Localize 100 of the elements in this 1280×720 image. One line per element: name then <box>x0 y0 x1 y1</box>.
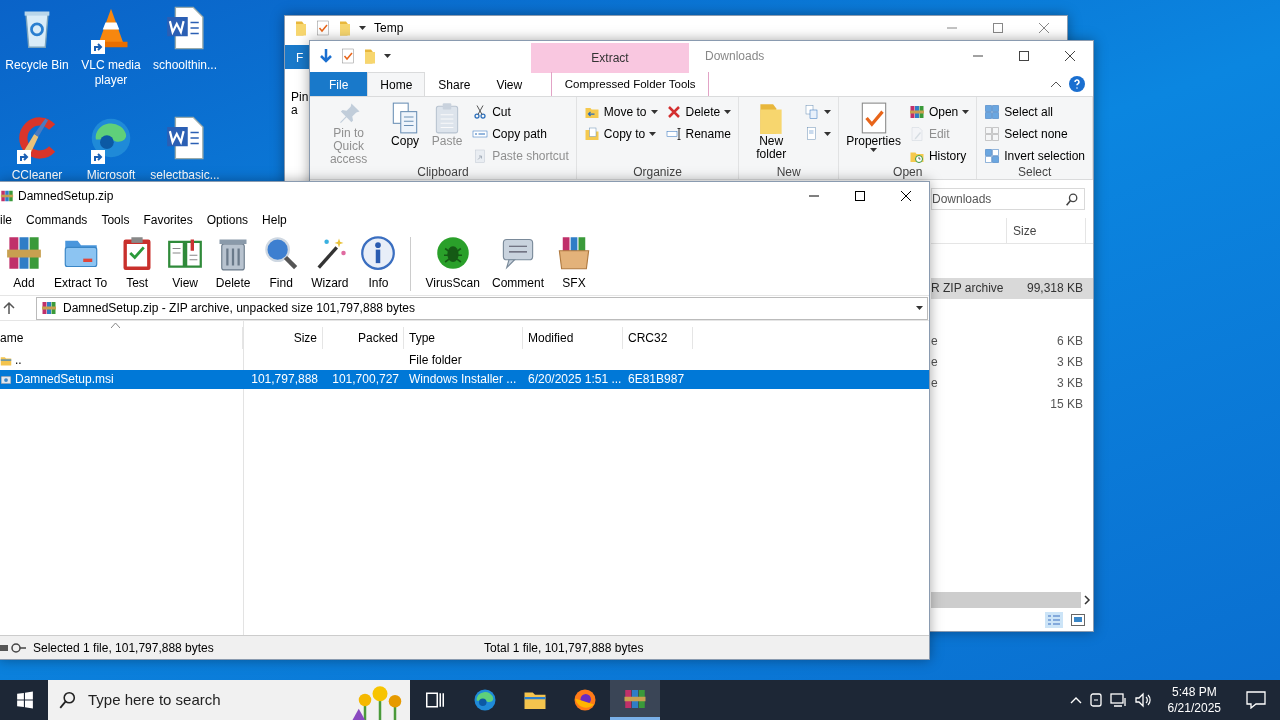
chevron-up-icon[interactable] <box>1069 696 1082 704</box>
address-field[interactable]: DamnedSetup.zip - ZIP archive, unpacked size 101,797,888 bytes <box>36 296 928 320</box>
ribbon-button[interactable]: Cut <box>469 101 572 122</box>
caret-icon <box>359 26 366 30</box>
ribbon-button[interactable]: Copy path <box>469 123 572 144</box>
desktop-icon-label[interactable]: Microsoft <box>86 168 136 183</box>
ribbon-button[interactable]: Copy to <box>580 123 661 144</box>
ribbon-tab[interactable]: Home <box>367 72 426 96</box>
window-title: Downloads <box>705 48 765 65</box>
group-label: New <box>776 166 801 179</box>
ribbon-button[interactable]: Delete <box>662 101 735 122</box>
column-header[interactable]: CRC32 <box>623 327 693 349</box>
toolbar-button[interactable]: Comment <box>485 235 550 292</box>
search-box[interactable]: Type here to search <box>48 680 410 720</box>
ribbon-button[interactable]: Properties <box>843 101 904 166</box>
volume-icon[interactable] <box>1134 692 1153 708</box>
ribbon-tab[interactable]: File <box>310 72 368 96</box>
installer-icon <box>0 373 12 386</box>
scroll-right-icon[interactable] <box>1081 594 1093 606</box>
column-header[interactable]: Packed <box>323 327 404 349</box>
desktop-icon-label[interactable]: CCleaner <box>11 168 63 183</box>
large-icons-view-icon[interactable] <box>1071 614 1085 626</box>
info-icon <box>360 235 397 271</box>
file-row[interactable]: e 6 KB <box>931 331 1093 352</box>
ribbon-tab[interactable]: F <box>285 45 309 69</box>
group-label: Organize <box>633 166 682 179</box>
toolbar-button[interactable]: View <box>161 235 210 292</box>
books-icon <box>908 103 925 120</box>
ribbon-button[interactable]: Invert selection <box>981 145 1088 166</box>
table-cell-text: Windows Installer ... <box>408 371 518 388</box>
magnifier-icon <box>263 235 300 271</box>
toolbar-button[interactable]: VirusScan <box>419 235 486 292</box>
file-row[interactable]: e 3 KB <box>931 352 1093 373</box>
ribbon-label: Pin <box>291 91 309 104</box>
books-icon <box>41 300 57 316</box>
menu-item[interactable]: Tools <box>94 211 137 229</box>
toolbar-button[interactable]: Extract To <box>48 235 114 292</box>
table-cell-text: 101,700,727 <box>331 371 400 388</box>
column-header[interactable]: Size <box>243 327 323 349</box>
table-cell-text: 6 KB <box>1057 333 1083 350</box>
toolbar-button[interactable]: Wizard <box>305 235 355 292</box>
column-header[interactable]: Size <box>1006 218 1086 243</box>
ribbon-button[interactable]: Select all <box>981 101 1088 122</box>
search-field[interactable]: Type here to search <box>86 687 340 713</box>
help-icon[interactable] <box>1069 75 1085 92</box>
ribbon-button[interactable]: Select none <box>981 123 1088 144</box>
file-row[interactable]: .. File folder <box>0 351 929 370</box>
edit-icon <box>908 125 925 142</box>
collapse-ribbon-icon[interactable] <box>1051 80 1061 87</box>
ribbon-tab[interactable]: View <box>483 72 536 96</box>
ribbon-button[interactable]: New folder <box>743 101 800 166</box>
menu-item[interactable]: Commands <box>19 211 95 229</box>
notification-icon[interactable] <box>1246 691 1266 709</box>
clock-time[interactable]: 5:48 PM <box>1171 684 1217 700</box>
ribbon-button[interactable]: Open <box>905 101 973 122</box>
table-cell-text: File folder <box>408 352 463 369</box>
table-cell-text: R ZIP archive <box>931 280 1004 297</box>
ribbon-button[interactable]: Rename <box>662 123 735 144</box>
toolbar-button[interactable]: Delete <box>209 235 258 292</box>
toolbar-button[interactable]: Find <box>257 235 306 292</box>
menu-item[interactable]: ile <box>0 211 19 229</box>
checklist-icon <box>340 48 356 64</box>
file-row[interactable]: DamnedSetup.msi 101,797,888 101,700,727 Windows Installer ... 6/20/2025 1:51 ... 6E81B987 <box>0 370 929 389</box>
up-arrow-icon[interactable] <box>2 301 16 315</box>
ribbon-tab[interactable]: Share <box>425 72 484 96</box>
caret-icon <box>916 306 923 310</box>
scrollbar-thumb[interactable] <box>931 592 1081 608</box>
table-cell-text: e <box>931 375 938 392</box>
search-box[interactable]: Downloads <box>931 188 1085 210</box>
desktop-icon-label[interactable]: VLC media player <box>74 58 148 88</box>
ribbon-label: a <box>291 104 298 117</box>
toolbar-button[interactable]: SFX <box>550 235 598 292</box>
file-row[interactable]: 15 KB <box>931 394 1093 415</box>
ribbon-button[interactable]: History <box>905 145 973 166</box>
close-icon <box>901 190 911 201</box>
menu-item[interactable]: Favorites <box>136 211 200 229</box>
column-header[interactable]: Modified <box>523 327 623 349</box>
ribbon-button[interactable]: Move to <box>580 101 661 122</box>
search-field[interactable]: Downloads <box>932 190 1065 208</box>
folder-icon <box>337 20 353 36</box>
checklist-icon <box>315 20 331 36</box>
search-icon <box>58 691 76 709</box>
file-row[interactable]: e 3 KB <box>931 373 1093 394</box>
desktop-icon-label[interactable]: schoolthin... <box>152 58 217 73</box>
toolbar-button[interactable]: Info <box>354 235 403 292</box>
menu-item[interactable]: Help <box>255 211 294 229</box>
file-row[interactable]: R ZIP archive 99,318 KB <box>931 278 1093 299</box>
desktop-icon-label[interactable]: Recycle Bin <box>5 58 69 73</box>
column-header[interactable]: Type <box>404 327 523 349</box>
network-icon[interactable] <box>1109 692 1128 708</box>
toolbar-button[interactable]: Add <box>0 235 48 292</box>
clock-date[interactable]: 6/21/2025 <box>1167 700 1221 716</box>
column-header[interactable]: ame <box>0 327 243 349</box>
toolbar-button[interactable]: Test <box>113 235 162 292</box>
browser-icon <box>89 116 133 160</box>
menu-item[interactable]: Options <box>199 211 256 229</box>
group-label: Open <box>893 166 923 179</box>
ribbon-button[interactable]: Copy <box>385 101 426 166</box>
desktop-icon-label[interactable]: selectbasic... <box>150 168 220 183</box>
device-icon[interactable] <box>1088 692 1103 708</box>
